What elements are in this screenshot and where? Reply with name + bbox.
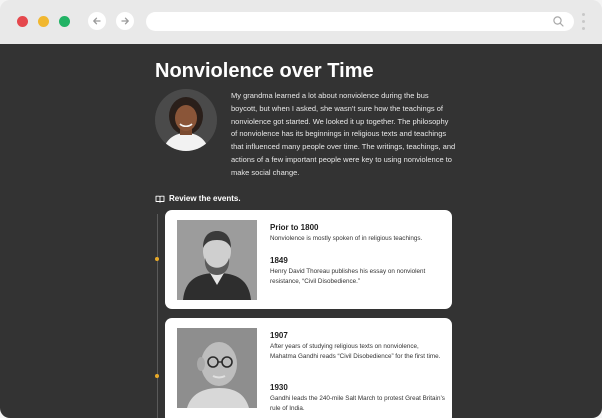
timeline-entry: 1930 Gandhi leads the 240-mile Salt Marc… bbox=[270, 383, 446, 413]
book-icon bbox=[155, 195, 165, 203]
entry-year: 1907 bbox=[270, 331, 288, 340]
narrator-avatar bbox=[155, 89, 217, 151]
minimize-window-button[interactable] bbox=[38, 16, 49, 27]
entry-text: Henry David Thoreau publishes his essay … bbox=[270, 268, 426, 285]
address-bar[interactable] bbox=[146, 12, 574, 31]
entry-text: Nonviolence is mostly spoken of in relig… bbox=[270, 235, 423, 242]
timeline-marker bbox=[155, 374, 159, 378]
entry-year: 1849 bbox=[270, 256, 288, 265]
timeline-entry: Prior to 1800 Nonviolence is mostly spok… bbox=[270, 223, 446, 244]
kebab-menu-icon[interactable] bbox=[582, 13, 586, 33]
thoreau-photo bbox=[177, 220, 257, 300]
browser-toolbar bbox=[0, 0, 602, 44]
timeline-entry: 1849 Henry David Thoreau publishes his e… bbox=[270, 256, 446, 286]
browser-window: Nonviolence over Time My grandma learned… bbox=[0, 0, 602, 418]
entry-year: 1930 bbox=[270, 383, 288, 392]
page-content: Nonviolence over Time My grandma learned… bbox=[0, 44, 602, 418]
page-title: Nonviolence over Time bbox=[155, 60, 374, 82]
review-heading: Review the events. bbox=[155, 194, 241, 203]
forward-button[interactable] bbox=[116, 12, 134, 30]
review-label: Review the events. bbox=[169, 194, 241, 203]
timeline-line bbox=[157, 214, 158, 418]
entry-text: After years of studying religious texts … bbox=[270, 343, 441, 360]
arrow-left-icon bbox=[93, 17, 101, 25]
timeline-entry: 1907 After years of studying religious t… bbox=[270, 331, 446, 361]
entry-text: Gandhi leads the 240-mile Salt March to … bbox=[270, 395, 445, 412]
close-window-button[interactable] bbox=[17, 16, 28, 27]
search-icon[interactable] bbox=[552, 15, 565, 28]
back-button[interactable] bbox=[88, 12, 106, 30]
intro-paragraph: My grandma learned a lot about nonviolen… bbox=[231, 91, 456, 177]
timeline-card: 1907 After years of studying religious t… bbox=[165, 318, 452, 418]
maximize-window-button[interactable] bbox=[59, 16, 70, 27]
timeline-card: Prior to 1800 Nonviolence is mostly spok… bbox=[165, 210, 452, 309]
timeline-marker bbox=[155, 257, 159, 261]
arrow-right-icon bbox=[121, 17, 129, 25]
entry-year: Prior to 1800 bbox=[270, 223, 319, 232]
gandhi-photo bbox=[177, 328, 257, 408]
